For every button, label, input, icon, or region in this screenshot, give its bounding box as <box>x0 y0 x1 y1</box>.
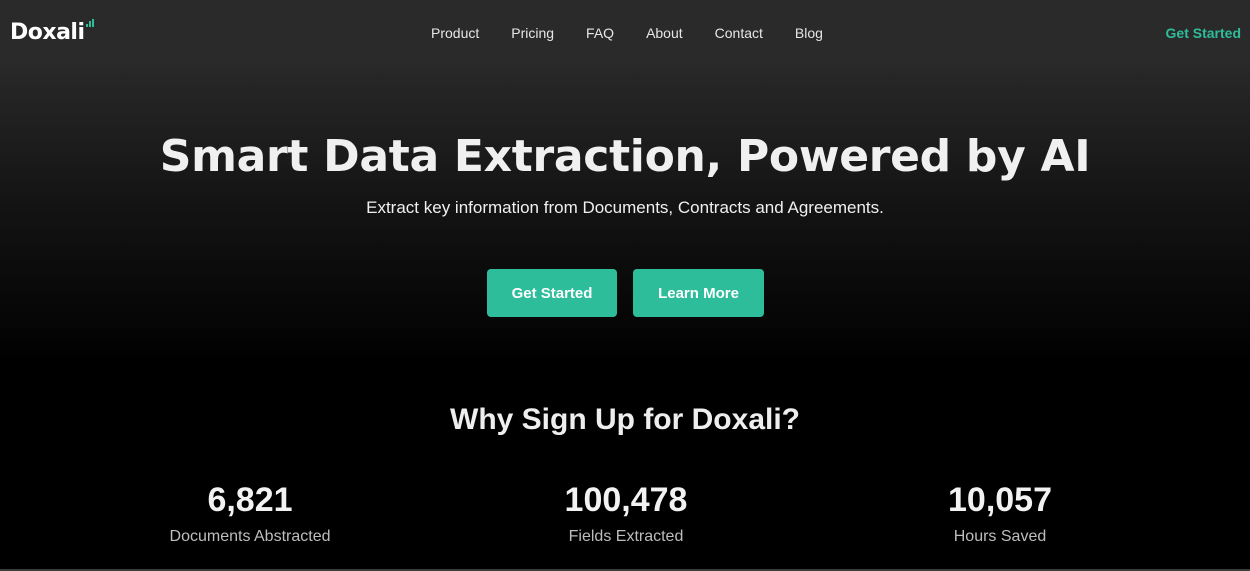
stat-documents-abstracted: 6,821 Documents Abstracted <box>100 478 400 548</box>
stat-value: 6,821 <box>207 481 293 519</box>
stat-label: Fields Extracted <box>568 528 684 545</box>
stat-label: Documents Abstracted <box>169 528 331 545</box>
get-started-button[interactable]: Get Started <box>487 269 617 317</box>
main-nav: Product Pricing FAQ About Contact Blog <box>415 0 839 66</box>
stat-fields-extracted: 100,478 Fields Extracted <box>476 478 776 548</box>
logo-link[interactable]: Doxali <box>10 19 94 47</box>
header-get-started-link[interactable]: Get Started <box>1166 0 1241 66</box>
nav-contact[interactable]: Contact <box>699 0 779 66</box>
landing-page: Doxali Product Pricing FAQ About Contact… <box>0 0 1250 571</box>
stat-value: 10,057 <box>948 481 1052 519</box>
stat-hours-saved: 10,057 Hours Saved <box>850 478 1150 548</box>
nav-faq[interactable]: FAQ <box>570 0 630 66</box>
hero-section: Smart Data Extraction, Powered by AI Ext… <box>0 66 1250 366</box>
chart-bars-icon <box>85 19 94 27</box>
why-sign-up-heading: Why Sign Up for Doxali? <box>450 403 800 436</box>
nav-blog[interactable]: Blog <box>779 0 839 66</box>
hero-title: Smart Data Extraction, Powered by AI <box>159 131 1091 182</box>
nav-product[interactable]: Product <box>415 0 495 66</box>
stat-label: Hours Saved <box>953 528 1047 545</box>
nav-pricing[interactable]: Pricing <box>495 0 570 66</box>
logo-text: Doxali <box>10 20 85 45</box>
top-navigation-bar: Doxali Product Pricing FAQ About Contact… <box>0 0 1250 66</box>
nav-about[interactable]: About <box>630 0 699 66</box>
stat-value: 100,478 <box>564 481 688 519</box>
learn-more-button[interactable]: Learn More <box>633 269 764 317</box>
hero-subtitle: Extract key information from Documents, … <box>366 198 884 217</box>
